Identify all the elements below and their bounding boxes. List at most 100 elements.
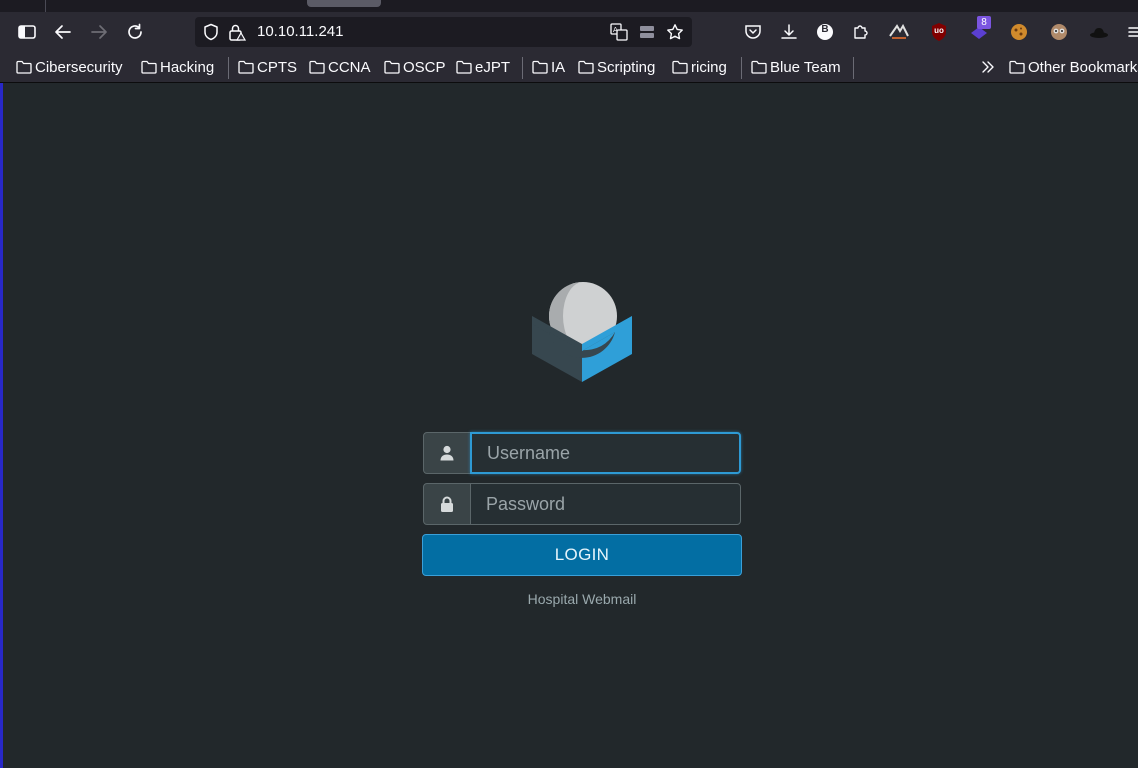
bookmark-label: Blue Team <box>770 58 841 76</box>
arrow-left-icon <box>55 25 71 39</box>
username-input[interactable] <box>470 432 741 474</box>
forward-button[interactable] <box>87 20 111 44</box>
folder-icon <box>16 60 32 74</box>
translate-button[interactable]: A <box>609 22 629 42</box>
bookmark-folder-cpts[interactable]: CPTS <box>238 57 297 77</box>
login-button[interactable]: LOGIN <box>422 534 742 576</box>
folder-icon <box>456 60 472 74</box>
password-addon <box>423 483 471 525</box>
bookmark-folder-ccna[interactable]: CCNA <box>309 57 371 77</box>
login-button-label: LOGIN <box>554 545 610 564</box>
tracking-protection-icon[interactable] <box>201 22 221 42</box>
bookmark-separator <box>522 57 523 79</box>
bookmark-label: OSCP <box>403 58 446 76</box>
ublock-button[interactable]: uo <box>928 21 950 43</box>
bookmark-folder-hacking[interactable]: Hacking <box>141 57 214 77</box>
chevron-double-right-icon <box>982 61 994 73</box>
folder-icon <box>751 60 767 74</box>
lock-warning-icon <box>229 24 246 41</box>
folder-icon <box>672 60 688 74</box>
username-addon <box>423 432 471 474</box>
bookmark-label: Hacking <box>160 58 215 76</box>
product-name: Hospital Webmail <box>527 591 637 607</box>
navigation-toolbar: 10.10.11.241 A B uo 8 <box>0 12 1138 52</box>
user-icon <box>440 445 454 461</box>
b-extension-button[interactable]: B <box>814 21 836 43</box>
insecure-connection-icon[interactable] <box>227 22 247 42</box>
folder-icon <box>384 60 400 74</box>
translate-icon: A <box>610 23 628 41</box>
owl-extension-button[interactable] <box>1048 21 1070 43</box>
folder-icon <box>238 60 254 74</box>
roundcube-logo-icon <box>532 282 632 382</box>
bookmark-folder-ejpt[interactable]: eJPT <box>456 57 510 77</box>
bookmark-label: CPTS <box>257 58 298 76</box>
bookmark-star-button[interactable] <box>665 22 685 42</box>
username-group <box>423 432 741 474</box>
folder-icon <box>309 60 325 74</box>
wappalyzer-button[interactable] <box>888 21 910 43</box>
wappalyzer-icon <box>889 24 909 39</box>
bookmark-folder-ia[interactable]: IA <box>532 57 565 77</box>
tab-separator <box>45 0 46 12</box>
bookmark-separator <box>741 57 742 79</box>
menu-button[interactable] <box>1124 21 1138 43</box>
bookmark-label: CCNA <box>328 58 371 76</box>
extensions-button[interactable] <box>850 21 872 43</box>
window-edge <box>0 0 3 768</box>
extension-badge: 8 <box>977 16 991 29</box>
ublock-label: uo <box>934 26 944 35</box>
reader-view-button[interactable] <box>637 22 657 42</box>
bookmark-label: Cibersecurity <box>35 58 123 76</box>
sidebar-toggle-button[interactable] <box>15 20 39 44</box>
arrow-right-icon <box>91 25 107 39</box>
reload-button[interactable] <box>123 20 147 44</box>
bookmark-label: ricing <box>691 58 727 76</box>
bookmarks-toolbar: Cibersecurity Hacking CPTS CCNA OSCP eJP… <box>0 52 1138 83</box>
bookmarks-overflow-button[interactable] <box>980 57 999 77</box>
pocket-button[interactable] <box>742 21 764 43</box>
bookmark-separator <box>228 57 229 79</box>
url-text[interactable]: 10.10.11.241 <box>257 23 343 40</box>
bookmark-folder-ricing[interactable]: ricing <box>672 57 727 77</box>
svg-text:A: A <box>613 26 618 34</box>
folder-icon <box>532 60 548 74</box>
bookmark-label: Other Bookmarks <box>1028 58 1138 76</box>
bookmark-label: eJPT <box>475 58 511 76</box>
bookmark-separator <box>853 57 854 79</box>
bookmark-folder-scripting[interactable]: Scripting <box>578 57 655 77</box>
hamburger-menu-icon <box>1128 27 1138 37</box>
puzzle-icon <box>854 25 868 39</box>
downloads-button[interactable] <box>778 21 800 43</box>
server-icon <box>640 26 654 38</box>
folder-icon <box>578 60 594 74</box>
password-input[interactable] <box>470 483 741 525</box>
hat-extension-button[interactable] <box>1088 21 1110 43</box>
shield-icon <box>204 23 218 41</box>
star-icon <box>667 24 683 40</box>
back-button[interactable] <box>51 20 75 44</box>
bookmark-label: Scripting <box>597 58 656 76</box>
bookmark-folder-cibersecurity[interactable]: Cibersecurity <box>16 57 123 77</box>
tab-strip <box>0 0 1138 12</box>
proton-extension-button[interactable]: 8 <box>968 16 991 43</box>
cookie-icon <box>1011 24 1027 40</box>
pocket-icon <box>745 25 761 39</box>
cookie-extension-button[interactable] <box>1008 21 1030 43</box>
b-extension-label: B <box>821 24 829 35</box>
password-group <box>423 483 741 525</box>
url-bar[interactable]: 10.10.11.241 A <box>195 17 692 47</box>
lock-icon <box>441 496 453 512</box>
folder-icon <box>1009 60 1025 74</box>
sidebar-icon <box>18 25 36 39</box>
bookmark-label: IA <box>551 58 566 76</box>
bookmark-folder-oscp[interactable]: OSCP <box>384 57 446 77</box>
bookmark-folder-blue-team[interactable]: Blue Team <box>751 57 841 77</box>
other-bookmarks-folder[interactable]: Other Bookmarks <box>1009 57 1138 77</box>
download-icon <box>781 24 797 39</box>
owl-icon <box>1051 24 1067 40</box>
reload-icon <box>128 23 142 39</box>
folder-icon <box>141 60 157 74</box>
hat-icon <box>1090 28 1108 38</box>
active-tab[interactable] <box>307 0 381 7</box>
